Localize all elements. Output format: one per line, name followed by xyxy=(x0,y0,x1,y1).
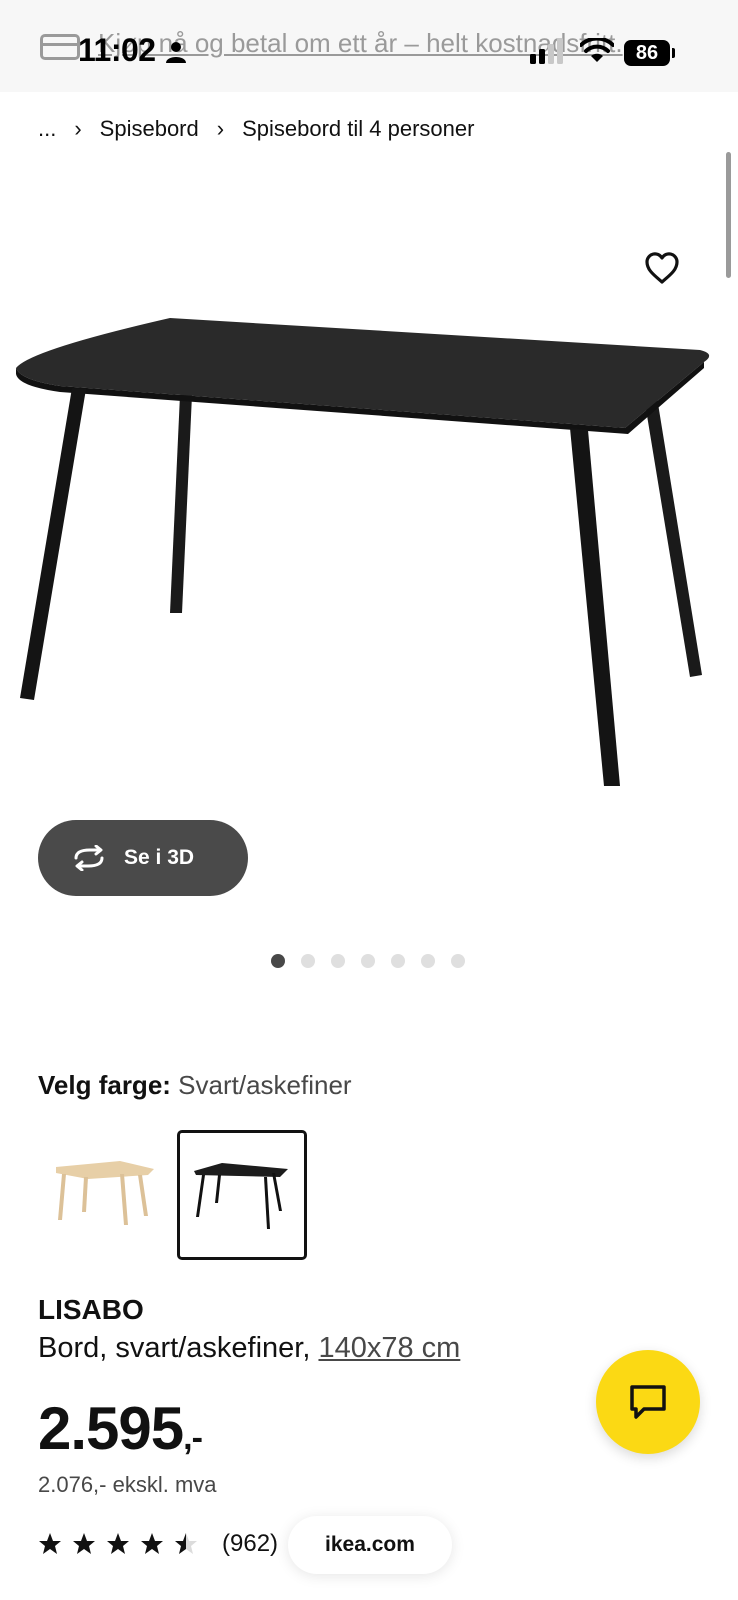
favorite-button[interactable] xyxy=(642,248,682,288)
table-thumbnail-black xyxy=(194,1163,288,1229)
breadcrumb-ellipsis[interactable]: ... xyxy=(38,116,56,142)
price-value: 2.595 xyxy=(38,1395,184,1462)
pagination-dot[interactable] xyxy=(271,954,285,968)
color-swatch-black-selected[interactable] xyxy=(177,1130,307,1260)
chevron-right-icon: › xyxy=(74,116,82,141)
star-icon xyxy=(73,1533,95,1554)
pagination-dot[interactable] xyxy=(421,954,435,968)
product-size-link[interactable]: 140x78 cm xyxy=(318,1332,460,1364)
pagination-dot[interactable] xyxy=(361,954,375,968)
star-icon xyxy=(39,1533,61,1554)
color-value: Svart/askefiner xyxy=(178,1070,352,1100)
status-bar: Kjøp nå og betal om ett år – helt kostna… xyxy=(0,0,738,92)
color-label: Velg farge: xyxy=(38,1070,171,1100)
breadcrumb-item-spisebord[interactable]: Spisebord xyxy=(100,116,199,142)
view-3d-button[interactable]: Se i 3D xyxy=(38,820,248,896)
rotate-3d-icon xyxy=(74,845,104,871)
status-time: 11:02 xyxy=(78,32,156,68)
price-suffix: ,- xyxy=(183,1419,203,1457)
card-icon xyxy=(40,34,80,60)
battery-indicator: 86 xyxy=(624,40,675,66)
pagination-dot[interactable] xyxy=(391,954,405,968)
breadcrumb: ... › Spisebord › Spisebord til 4 person… xyxy=(38,116,474,142)
product-rating[interactable]: (962) xyxy=(38,1530,278,1558)
product-description-text: Bord, svart/askefiner, xyxy=(38,1332,311,1364)
signal-icon xyxy=(530,38,563,64)
pagination-dot[interactable] xyxy=(331,954,345,968)
scrollbar[interactable] xyxy=(726,152,731,278)
product-name: LISABO xyxy=(38,1294,144,1325)
price-excl-vat: 2.076,- ekskl. mva xyxy=(38,1472,217,1497)
half-star-icon xyxy=(175,1533,197,1554)
product-image[interactable] xyxy=(10,300,726,810)
color-selector-label: Velg farge: Svart/askefiner xyxy=(38,1070,352,1101)
chevron-right-icon: › xyxy=(216,116,225,141)
gallery-pagination xyxy=(271,954,481,968)
star-icon xyxy=(107,1533,129,1554)
person-icon xyxy=(166,42,186,63)
table-thumbnail-ash xyxy=(56,1161,154,1225)
breadcrumb-item-spisebord-4[interactable]: Spisebord til 4 personer xyxy=(242,116,474,142)
chat-icon xyxy=(630,1385,666,1419)
star-icon xyxy=(141,1533,163,1554)
chat-button[interactable] xyxy=(596,1350,700,1454)
pagination-dot[interactable] xyxy=(451,954,465,968)
color-swatch-ash[interactable] xyxy=(44,1130,174,1260)
product-price: 2.595,- xyxy=(38,1394,203,1463)
view-3d-label: Se i 3D xyxy=(124,846,195,869)
wifi-icon xyxy=(580,38,614,62)
browser-url-pill[interactable]: ikea.com xyxy=(288,1516,452,1574)
pagination-dot[interactable] xyxy=(301,954,315,968)
review-count: (962) xyxy=(222,1530,279,1557)
product-description: Bord, svart/askefiner, 140x78 cm xyxy=(38,1332,460,1365)
heart-icon xyxy=(645,252,679,284)
